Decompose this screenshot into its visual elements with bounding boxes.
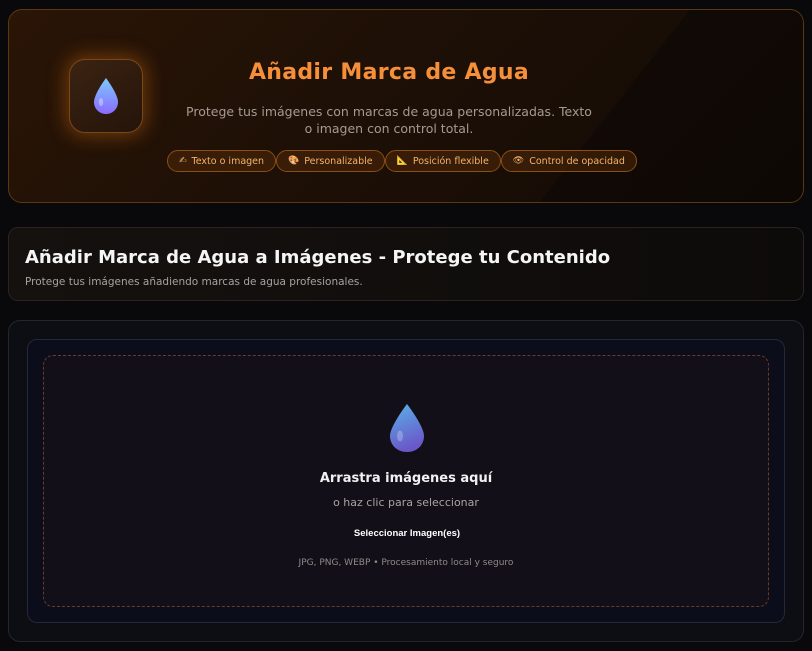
badge-customizable: 🎨 Personalizable bbox=[276, 150, 385, 172]
badge-label: Texto o imagen bbox=[191, 155, 265, 167]
palette-icon: 🎨 bbox=[288, 155, 300, 166]
hero-icon-tile bbox=[69, 59, 143, 133]
section-description: Protege tus imágenes añadiendo marcas de… bbox=[25, 276, 363, 288]
image-dropzone[interactable]: Arrastra imágenes aquí o haz clic para s… bbox=[43, 355, 769, 607]
badge-label: Control de opacidad bbox=[529, 155, 625, 167]
upload-container: Arrastra imágenes aquí o haz clic para s… bbox=[27, 339, 785, 623]
eye-icon: 👁 bbox=[512, 155, 525, 166]
badge-label: Personalizable bbox=[304, 155, 373, 167]
dropzone-title: Arrastra imágenes aquí bbox=[319, 471, 493, 486]
water-drop-icon bbox=[94, 78, 118, 114]
hero-subtitle-line-1: Protege tus imágenes con marcas de agua … bbox=[186, 104, 592, 119]
badge-text-or-image: ✍ Texto o imagen bbox=[167, 150, 277, 172]
select-images-button[interactable]: Seleccionar Imagen(es) bbox=[334, 521, 480, 545]
hero-subtitle-line-2: o imagen con control total. bbox=[304, 121, 474, 136]
writing-hand-icon: ✍ bbox=[179, 155, 187, 166]
badge-opacity-control: 👁 Control de opacidad bbox=[500, 150, 637, 172]
water-drop-icon bbox=[390, 404, 424, 452]
dropzone-subtitle: o haz clic para seleccionar bbox=[333, 496, 479, 509]
supported-formats-note: JPG, PNG, WEBP • Procesamiento local y s… bbox=[298, 558, 514, 568]
badge-label: Posición flexible bbox=[412, 155, 489, 167]
triangular-ruler-icon: 📐 bbox=[396, 155, 408, 166]
upload-panel: Arrastra imágenes aquí o haz clic para s… bbox=[8, 320, 804, 642]
hero-banner: Añadir Marca de Agua Protege tus imágene… bbox=[8, 9, 804, 203]
hero-subtitle: Protege tus imágenes con marcas de agua … bbox=[159, 103, 619, 137]
badge-flexible-position: 📐 Posición flexible bbox=[384, 150, 501, 172]
hero-title: Añadir Marca de Agua bbox=[248, 60, 530, 85]
feature-badges: ✍ Texto o imagen 🎨 Personalizable 📐 Posi… bbox=[167, 150, 637, 172]
section-title: Añadir Marca de Agua a Imágenes - Proteg… bbox=[25, 247, 611, 268]
section-title-card: Añadir Marca de Agua a Imágenes - Proteg… bbox=[8, 227, 804, 301]
